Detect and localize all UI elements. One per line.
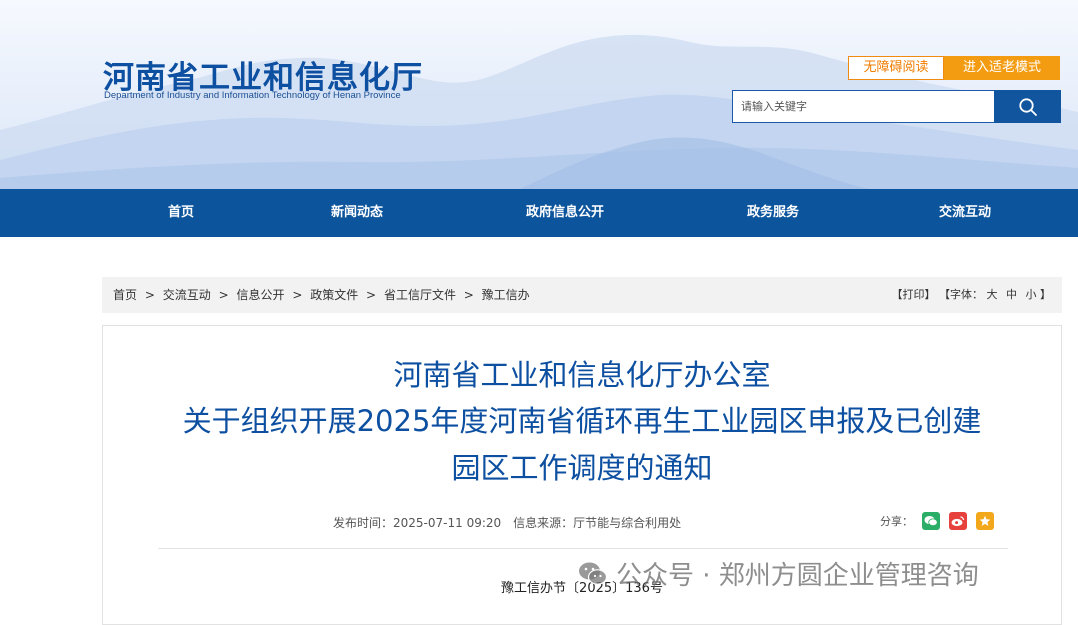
search-box <box>732 90 1061 123</box>
article-title-line2: 关于组织开展2025年度河南省循环再生工业园区申报及已创建 <box>182 404 982 438</box>
font-medium-button[interactable]: 中 <box>1006 288 1017 301</box>
mode-buttons: 无障碍阅读 进入适老模式 <box>848 56 1060 80</box>
breadcrumb-separator: > <box>218 288 229 302</box>
breadcrumb-interaction[interactable]: 交流互动 <box>163 288 211 302</box>
font-size-close: 】 <box>1040 288 1051 301</box>
nav-item-news[interactable]: 新闻动态 <box>331 189 383 237</box>
breadcrumb-separator: > <box>144 288 155 302</box>
share-label: 分享： <box>880 515 913 528</box>
breadcrumb-dept-files[interactable]: 省工信厅文件 <box>384 288 456 302</box>
search-input[interactable] <box>732 90 994 123</box>
wechat-icon[interactable] <box>922 512 940 530</box>
favorite-icon[interactable] <box>976 512 994 530</box>
nav-item-interaction[interactable]: 交流互动 <box>939 189 991 237</box>
nav-item-services[interactable]: 政务服务 <box>747 189 799 237</box>
elder-mode-button[interactable]: 进入适老模式 <box>944 56 1060 80</box>
accessibility-button[interactable]: 无障碍阅读 <box>848 56 944 80</box>
page-tools: 【打印】 【字体： 大 中 小 】 <box>892 277 1052 313</box>
search-icon <box>1018 97 1037 116</box>
nav-item-home[interactable]: 首页 <box>168 189 194 237</box>
breadcrumb-bar: 首页 > 交流互动 > 信息公开 > 政策文件 > 省工信厅文件 > 豫工信办 … <box>102 277 1062 313</box>
wechat-watermark: 公众号 · 郑州方圆企业管理咨询 <box>578 555 979 592</box>
search-button[interactable] <box>994 90 1061 123</box>
source-label: 信息来源： <box>513 516 574 530</box>
breadcrumb-separator: > <box>366 288 377 302</box>
main-nav: 首页 新闻动态 政府信息公开 政务服务 交流互动 <box>0 189 1078 237</box>
source-value: 厅节能与综合利用处 <box>573 516 682 530</box>
font-large-button[interactable]: 大 <box>987 288 998 301</box>
article-meta: 发布时间：2025-07-11 09:20 信息来源：厅节能与综合利用处 <box>333 514 681 531</box>
breadcrumb-separator: > <box>292 288 303 302</box>
breadcrumb-info-public[interactable]: 信息公开 <box>236 288 284 302</box>
site-header: 河南省工业和信息化厅 Department of Industry and In… <box>0 0 1078 189</box>
publish-time-label: 发布时间： <box>333 516 394 530</box>
font-small-button[interactable]: 小 <box>1026 288 1037 301</box>
breadcrumb-current[interactable]: 豫工信办 <box>482 288 530 302</box>
breadcrumb-policy-files[interactable]: 政策文件 <box>310 288 358 302</box>
article-divider <box>158 548 1008 549</box>
breadcrumb-separator: > <box>463 288 474 302</box>
breadcrumb-home[interactable]: 首页 <box>113 288 137 302</box>
article-title-line1: 河南省工业和信息化厅办公室 <box>393 358 771 392</box>
share-bar: 分享： <box>880 512 994 530</box>
publish-time: 2025-07-11 09:20 <box>393 516 502 530</box>
font-size-label: 【字体： <box>939 288 983 301</box>
site-subtitle: Department of Industry and Information T… <box>104 90 401 101</box>
print-button[interactable]: 【打印】 <box>892 288 936 301</box>
breadcrumb: 首页 > 交流互动 > 信息公开 > 政策文件 > 省工信厅文件 > 豫工信办 <box>113 277 530 313</box>
watermark-text: 公众号 · 郑州方圆企业管理咨询 <box>616 561 979 591</box>
article-title-line3: 园区工作调度的通知 <box>451 451 713 485</box>
wechat-icon <box>579 562 608 585</box>
nav-item-gov-info[interactable]: 政府信息公开 <box>526 189 604 237</box>
weibo-icon[interactable] <box>949 512 967 530</box>
